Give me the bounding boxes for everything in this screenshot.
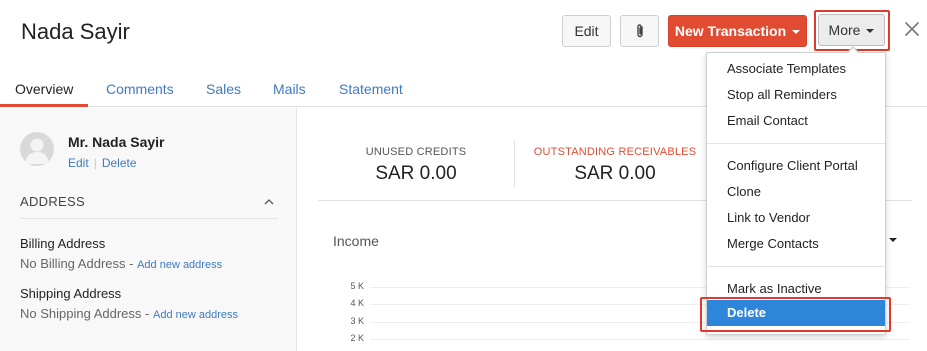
attach-button[interactable] xyxy=(620,15,659,47)
chevron-down-icon xyxy=(866,29,875,33)
unused-credits-stat: UNUSED CREDITS SAR 0.00 xyxy=(356,146,476,185)
menu-divider xyxy=(707,143,885,144)
y-tick-label: 5 K xyxy=(350,281,364,291)
contact-edit-link[interactable]: Edit xyxy=(68,156,89,170)
billing-add-address-link[interactable]: Add new address xyxy=(137,259,222,271)
more-button[interactable]: More xyxy=(818,14,885,46)
paperclip-icon xyxy=(636,24,643,38)
chevron-down-icon xyxy=(792,30,801,34)
contact-delete-link[interactable]: Delete xyxy=(102,156,137,170)
tab-statement[interactable]: Statement xyxy=(339,81,403,97)
menu-item-delete[interactable]: Delete xyxy=(707,300,885,326)
more-dropdown-menu: Associate Templates Stop all Reminders E… xyxy=(706,52,886,335)
address-section-title: ADDRESS xyxy=(20,194,85,209)
page-title: Nada Sayir xyxy=(21,19,130,44)
outstanding-receivables-stat: OUTSTANDING RECEIVABLES SAR 0.00 xyxy=(530,146,700,185)
menu-item-merge-contacts[interactable]: Merge Contacts xyxy=(727,236,819,251)
menu-item-delete-label: Delete xyxy=(727,305,767,320)
shipping-address-text: No Shipping Address - xyxy=(20,306,150,321)
edit-button[interactable]: Edit xyxy=(562,15,611,47)
y-tick-label: 3 K xyxy=(350,316,364,326)
shipping-address-value: No Shipping Address - Add new address xyxy=(20,306,238,321)
income-chart-title: Income xyxy=(333,233,379,249)
tab-overview[interactable]: Overview xyxy=(15,81,73,97)
billing-address-text: No Billing Address - xyxy=(20,256,134,271)
menu-item-configure-client-portal[interactable]: Configure Client Portal xyxy=(727,158,858,173)
menu-divider xyxy=(707,266,885,267)
tab-mails[interactable]: Mails xyxy=(273,81,306,97)
billing-address-value: No Billing Address - Add new address xyxy=(20,256,222,271)
divider xyxy=(514,140,515,187)
new-transaction-button[interactable]: New Transaction xyxy=(668,15,807,47)
user-avatar-icon xyxy=(25,138,49,164)
tab-sales[interactable]: Sales xyxy=(206,81,241,97)
avatar xyxy=(20,132,54,166)
gridline xyxy=(370,339,910,340)
chevron-up-icon[interactable] xyxy=(264,197,274,207)
outstanding-receivables-label: OUTSTANDING RECEIVABLES xyxy=(533,146,697,158)
dropdown-arrow-inner xyxy=(848,48,858,53)
close-icon[interactable] xyxy=(903,20,921,38)
new-transaction-label: New Transaction xyxy=(674,23,787,39)
address-section-header[interactable]: ADDRESS xyxy=(20,194,278,219)
y-tick-label: 4 K xyxy=(350,298,364,308)
chevron-down-icon[interactable] xyxy=(889,238,897,242)
menu-item-link-to-vendor[interactable]: Link to Vendor xyxy=(727,210,810,225)
unused-credits-value: SAR 0.00 xyxy=(375,163,457,184)
more-label: More xyxy=(828,22,861,38)
menu-item-clone[interactable]: Clone xyxy=(727,184,761,199)
tab-comments[interactable]: Comments xyxy=(106,81,174,97)
y-tick-label: 2 K xyxy=(350,333,364,343)
contact-actions: Edit | Delete xyxy=(68,156,137,170)
divider: | xyxy=(93,156,97,170)
billing-address-label: Billing Address xyxy=(20,236,106,251)
contact-name: Mr. Nada Sayir xyxy=(68,134,165,150)
menu-item-stop-all-reminders[interactable]: Stop all Reminders xyxy=(727,87,837,102)
outstanding-receivables-value: SAR 0.00 xyxy=(574,163,656,184)
menu-item-associate-templates[interactable]: Associate Templates xyxy=(727,61,846,76)
shipping-add-address-link[interactable]: Add new address xyxy=(153,309,238,321)
contact-sidebar: Mr. Nada Sayir Edit | Delete ADDRESS Billi… xyxy=(0,108,297,351)
shipping-address-label: Shipping Address xyxy=(20,286,122,301)
unused-credits-label: UNUSED CREDITS xyxy=(365,146,467,158)
active-tab-indicator xyxy=(0,104,88,107)
menu-item-mark-as-inactive[interactable]: Mark as Inactive xyxy=(727,281,822,296)
menu-item-email-contact[interactable]: Email Contact xyxy=(727,113,808,128)
